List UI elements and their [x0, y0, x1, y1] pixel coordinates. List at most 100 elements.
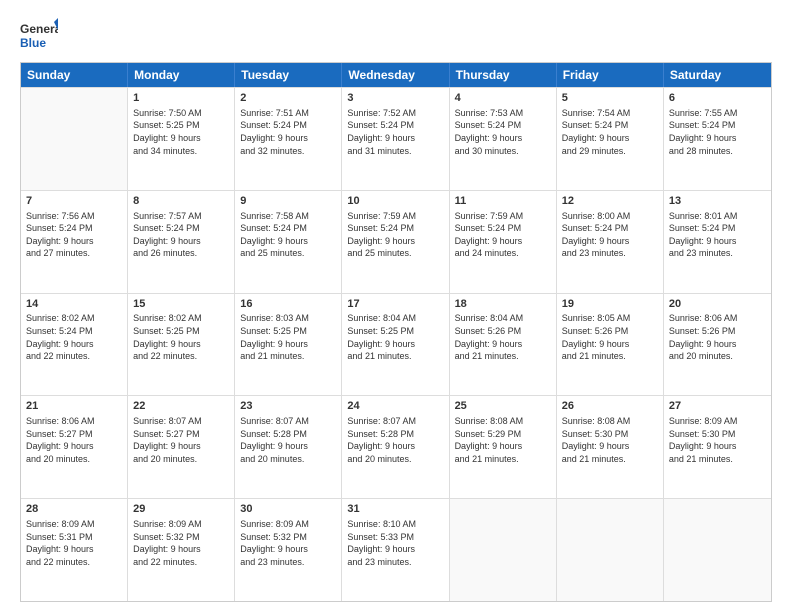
cell-info: Sunrise: 7:59 AM Sunset: 5:24 PM Dayligh… — [455, 210, 551, 260]
cell-info: Sunrise: 8:08 AM Sunset: 5:29 PM Dayligh… — [455, 415, 551, 465]
day-cell-30: 30Sunrise: 8:09 AM Sunset: 5:32 PM Dayli… — [235, 499, 342, 601]
page: General Blue SundayMondayTuesdayWednesda… — [0, 0, 792, 612]
day-cell-28: 28Sunrise: 8:09 AM Sunset: 5:31 PM Dayli… — [21, 499, 128, 601]
day-number-9: 9 — [240, 194, 336, 209]
week-row-5: 28Sunrise: 8:09 AM Sunset: 5:31 PM Dayli… — [21, 498, 771, 601]
day-number-16: 16 — [240, 297, 336, 312]
day-cell-9: 9Sunrise: 7:58 AM Sunset: 5:24 PM Daylig… — [235, 191, 342, 293]
day-number-11: 11 — [455, 194, 551, 209]
cell-info: Sunrise: 8:02 AM Sunset: 5:25 PM Dayligh… — [133, 312, 229, 362]
day-cell-26: 26Sunrise: 8:08 AM Sunset: 5:30 PM Dayli… — [557, 396, 664, 498]
day-number-2: 2 — [240, 91, 336, 106]
empty-cell — [557, 499, 664, 601]
day-cell-11: 11Sunrise: 7:59 AM Sunset: 5:24 PM Dayli… — [450, 191, 557, 293]
cell-info: Sunrise: 8:04 AM Sunset: 5:25 PM Dayligh… — [347, 312, 443, 362]
day-cell-19: 19Sunrise: 8:05 AM Sunset: 5:26 PM Dayli… — [557, 294, 664, 396]
cell-info: Sunrise: 7:51 AM Sunset: 5:24 PM Dayligh… — [240, 107, 336, 157]
cell-info: Sunrise: 8:01 AM Sunset: 5:24 PM Dayligh… — [669, 210, 766, 260]
logo-graphic: General Blue — [20, 18, 58, 54]
cell-info: Sunrise: 8:08 AM Sunset: 5:30 PM Dayligh… — [562, 415, 658, 465]
day-cell-16: 16Sunrise: 8:03 AM Sunset: 5:25 PM Dayli… — [235, 294, 342, 396]
day-cell-7: 7Sunrise: 7:56 AM Sunset: 5:24 PM Daylig… — [21, 191, 128, 293]
calendar-body: 1Sunrise: 7:50 AM Sunset: 5:25 PM Daylig… — [21, 87, 771, 601]
calendar-header: SundayMondayTuesdayWednesdayThursdayFrid… — [21, 63, 771, 87]
cell-info: Sunrise: 8:06 AM Sunset: 5:26 PM Dayligh… — [669, 312, 766, 362]
week-row-1: 1Sunrise: 7:50 AM Sunset: 5:25 PM Daylig… — [21, 87, 771, 190]
day-number-1: 1 — [133, 91, 229, 106]
header: General Blue — [20, 18, 772, 54]
header-day-saturday: Saturday — [664, 63, 771, 87]
cell-info: Sunrise: 8:03 AM Sunset: 5:25 PM Dayligh… — [240, 312, 336, 362]
day-number-25: 25 — [455, 399, 551, 414]
day-cell-8: 8Sunrise: 7:57 AM Sunset: 5:24 PM Daylig… — [128, 191, 235, 293]
day-cell-10: 10Sunrise: 7:59 AM Sunset: 5:24 PM Dayli… — [342, 191, 449, 293]
day-number-18: 18 — [455, 297, 551, 312]
header-day-thursday: Thursday — [450, 63, 557, 87]
day-number-6: 6 — [669, 91, 766, 106]
header-day-tuesday: Tuesday — [235, 63, 342, 87]
day-number-17: 17 — [347, 297, 443, 312]
day-number-19: 19 — [562, 297, 658, 312]
day-number-3: 3 — [347, 91, 443, 106]
svg-text:Blue: Blue — [20, 36, 46, 50]
header-day-monday: Monday — [128, 63, 235, 87]
day-number-22: 22 — [133, 399, 229, 414]
day-number-12: 12 — [562, 194, 658, 209]
cell-info: Sunrise: 7:52 AM Sunset: 5:24 PM Dayligh… — [347, 107, 443, 157]
cell-info: Sunrise: 7:59 AM Sunset: 5:24 PM Dayligh… — [347, 210, 443, 260]
header-day-wednesday: Wednesday — [342, 63, 449, 87]
empty-cell — [664, 499, 771, 601]
day-cell-6: 6Sunrise: 7:55 AM Sunset: 5:24 PM Daylig… — [664, 88, 771, 190]
day-cell-12: 12Sunrise: 8:00 AM Sunset: 5:24 PM Dayli… — [557, 191, 664, 293]
day-number-23: 23 — [240, 399, 336, 414]
cell-info: Sunrise: 7:53 AM Sunset: 5:24 PM Dayligh… — [455, 107, 551, 157]
cell-info: Sunrise: 8:07 AM Sunset: 5:28 PM Dayligh… — [240, 415, 336, 465]
cell-info: Sunrise: 7:58 AM Sunset: 5:24 PM Dayligh… — [240, 210, 336, 260]
day-cell-23: 23Sunrise: 8:07 AM Sunset: 5:28 PM Dayli… — [235, 396, 342, 498]
day-cell-20: 20Sunrise: 8:06 AM Sunset: 5:26 PM Dayli… — [664, 294, 771, 396]
day-number-5: 5 — [562, 91, 658, 106]
day-cell-31: 31Sunrise: 8:10 AM Sunset: 5:33 PM Dayli… — [342, 499, 449, 601]
day-cell-15: 15Sunrise: 8:02 AM Sunset: 5:25 PM Dayli… — [128, 294, 235, 396]
day-number-29: 29 — [133, 502, 229, 517]
cell-info: Sunrise: 8:05 AM Sunset: 5:26 PM Dayligh… — [562, 312, 658, 362]
day-number-15: 15 — [133, 297, 229, 312]
empty-cell — [450, 499, 557, 601]
day-number-28: 28 — [26, 502, 122, 517]
day-number-10: 10 — [347, 194, 443, 209]
cell-info: Sunrise: 8:09 AM Sunset: 5:30 PM Dayligh… — [669, 415, 766, 465]
cell-info: Sunrise: 7:56 AM Sunset: 5:24 PM Dayligh… — [26, 210, 122, 260]
logo: General Blue — [20, 18, 58, 54]
day-cell-13: 13Sunrise: 8:01 AM Sunset: 5:24 PM Dayli… — [664, 191, 771, 293]
day-cell-1: 1Sunrise: 7:50 AM Sunset: 5:25 PM Daylig… — [128, 88, 235, 190]
day-cell-5: 5Sunrise: 7:54 AM Sunset: 5:24 PM Daylig… — [557, 88, 664, 190]
week-row-4: 21Sunrise: 8:06 AM Sunset: 5:27 PM Dayli… — [21, 395, 771, 498]
day-number-21: 21 — [26, 399, 122, 414]
day-number-13: 13 — [669, 194, 766, 209]
day-cell-3: 3Sunrise: 7:52 AM Sunset: 5:24 PM Daylig… — [342, 88, 449, 190]
day-cell-27: 27Sunrise: 8:09 AM Sunset: 5:30 PM Dayli… — [664, 396, 771, 498]
week-row-2: 7Sunrise: 7:56 AM Sunset: 5:24 PM Daylig… — [21, 190, 771, 293]
week-row-3: 14Sunrise: 8:02 AM Sunset: 5:24 PM Dayli… — [21, 293, 771, 396]
day-number-24: 24 — [347, 399, 443, 414]
day-cell-24: 24Sunrise: 8:07 AM Sunset: 5:28 PM Dayli… — [342, 396, 449, 498]
cell-info: Sunrise: 8:02 AM Sunset: 5:24 PM Dayligh… — [26, 312, 122, 362]
cell-info: Sunrise: 8:09 AM Sunset: 5:32 PM Dayligh… — [240, 518, 336, 568]
day-cell-22: 22Sunrise: 8:07 AM Sunset: 5:27 PM Dayli… — [128, 396, 235, 498]
cell-info: Sunrise: 7:54 AM Sunset: 5:24 PM Dayligh… — [562, 107, 658, 157]
day-cell-14: 14Sunrise: 8:02 AM Sunset: 5:24 PM Dayli… — [21, 294, 128, 396]
calendar: SundayMondayTuesdayWednesdayThursdayFrid… — [20, 62, 772, 602]
cell-info: Sunrise: 8:04 AM Sunset: 5:26 PM Dayligh… — [455, 312, 551, 362]
day-cell-4: 4Sunrise: 7:53 AM Sunset: 5:24 PM Daylig… — [450, 88, 557, 190]
day-cell-2: 2Sunrise: 7:51 AM Sunset: 5:24 PM Daylig… — [235, 88, 342, 190]
day-cell-25: 25Sunrise: 8:08 AM Sunset: 5:29 PM Dayli… — [450, 396, 557, 498]
day-number-7: 7 — [26, 194, 122, 209]
cell-info: Sunrise: 8:06 AM Sunset: 5:27 PM Dayligh… — [26, 415, 122, 465]
day-number-14: 14 — [26, 297, 122, 312]
cell-info: Sunrise: 8:07 AM Sunset: 5:27 PM Dayligh… — [133, 415, 229, 465]
day-number-27: 27 — [669, 399, 766, 414]
header-day-sunday: Sunday — [21, 63, 128, 87]
cell-info: Sunrise: 8:00 AM Sunset: 5:24 PM Dayligh… — [562, 210, 658, 260]
day-cell-18: 18Sunrise: 8:04 AM Sunset: 5:26 PM Dayli… — [450, 294, 557, 396]
day-number-4: 4 — [455, 91, 551, 106]
